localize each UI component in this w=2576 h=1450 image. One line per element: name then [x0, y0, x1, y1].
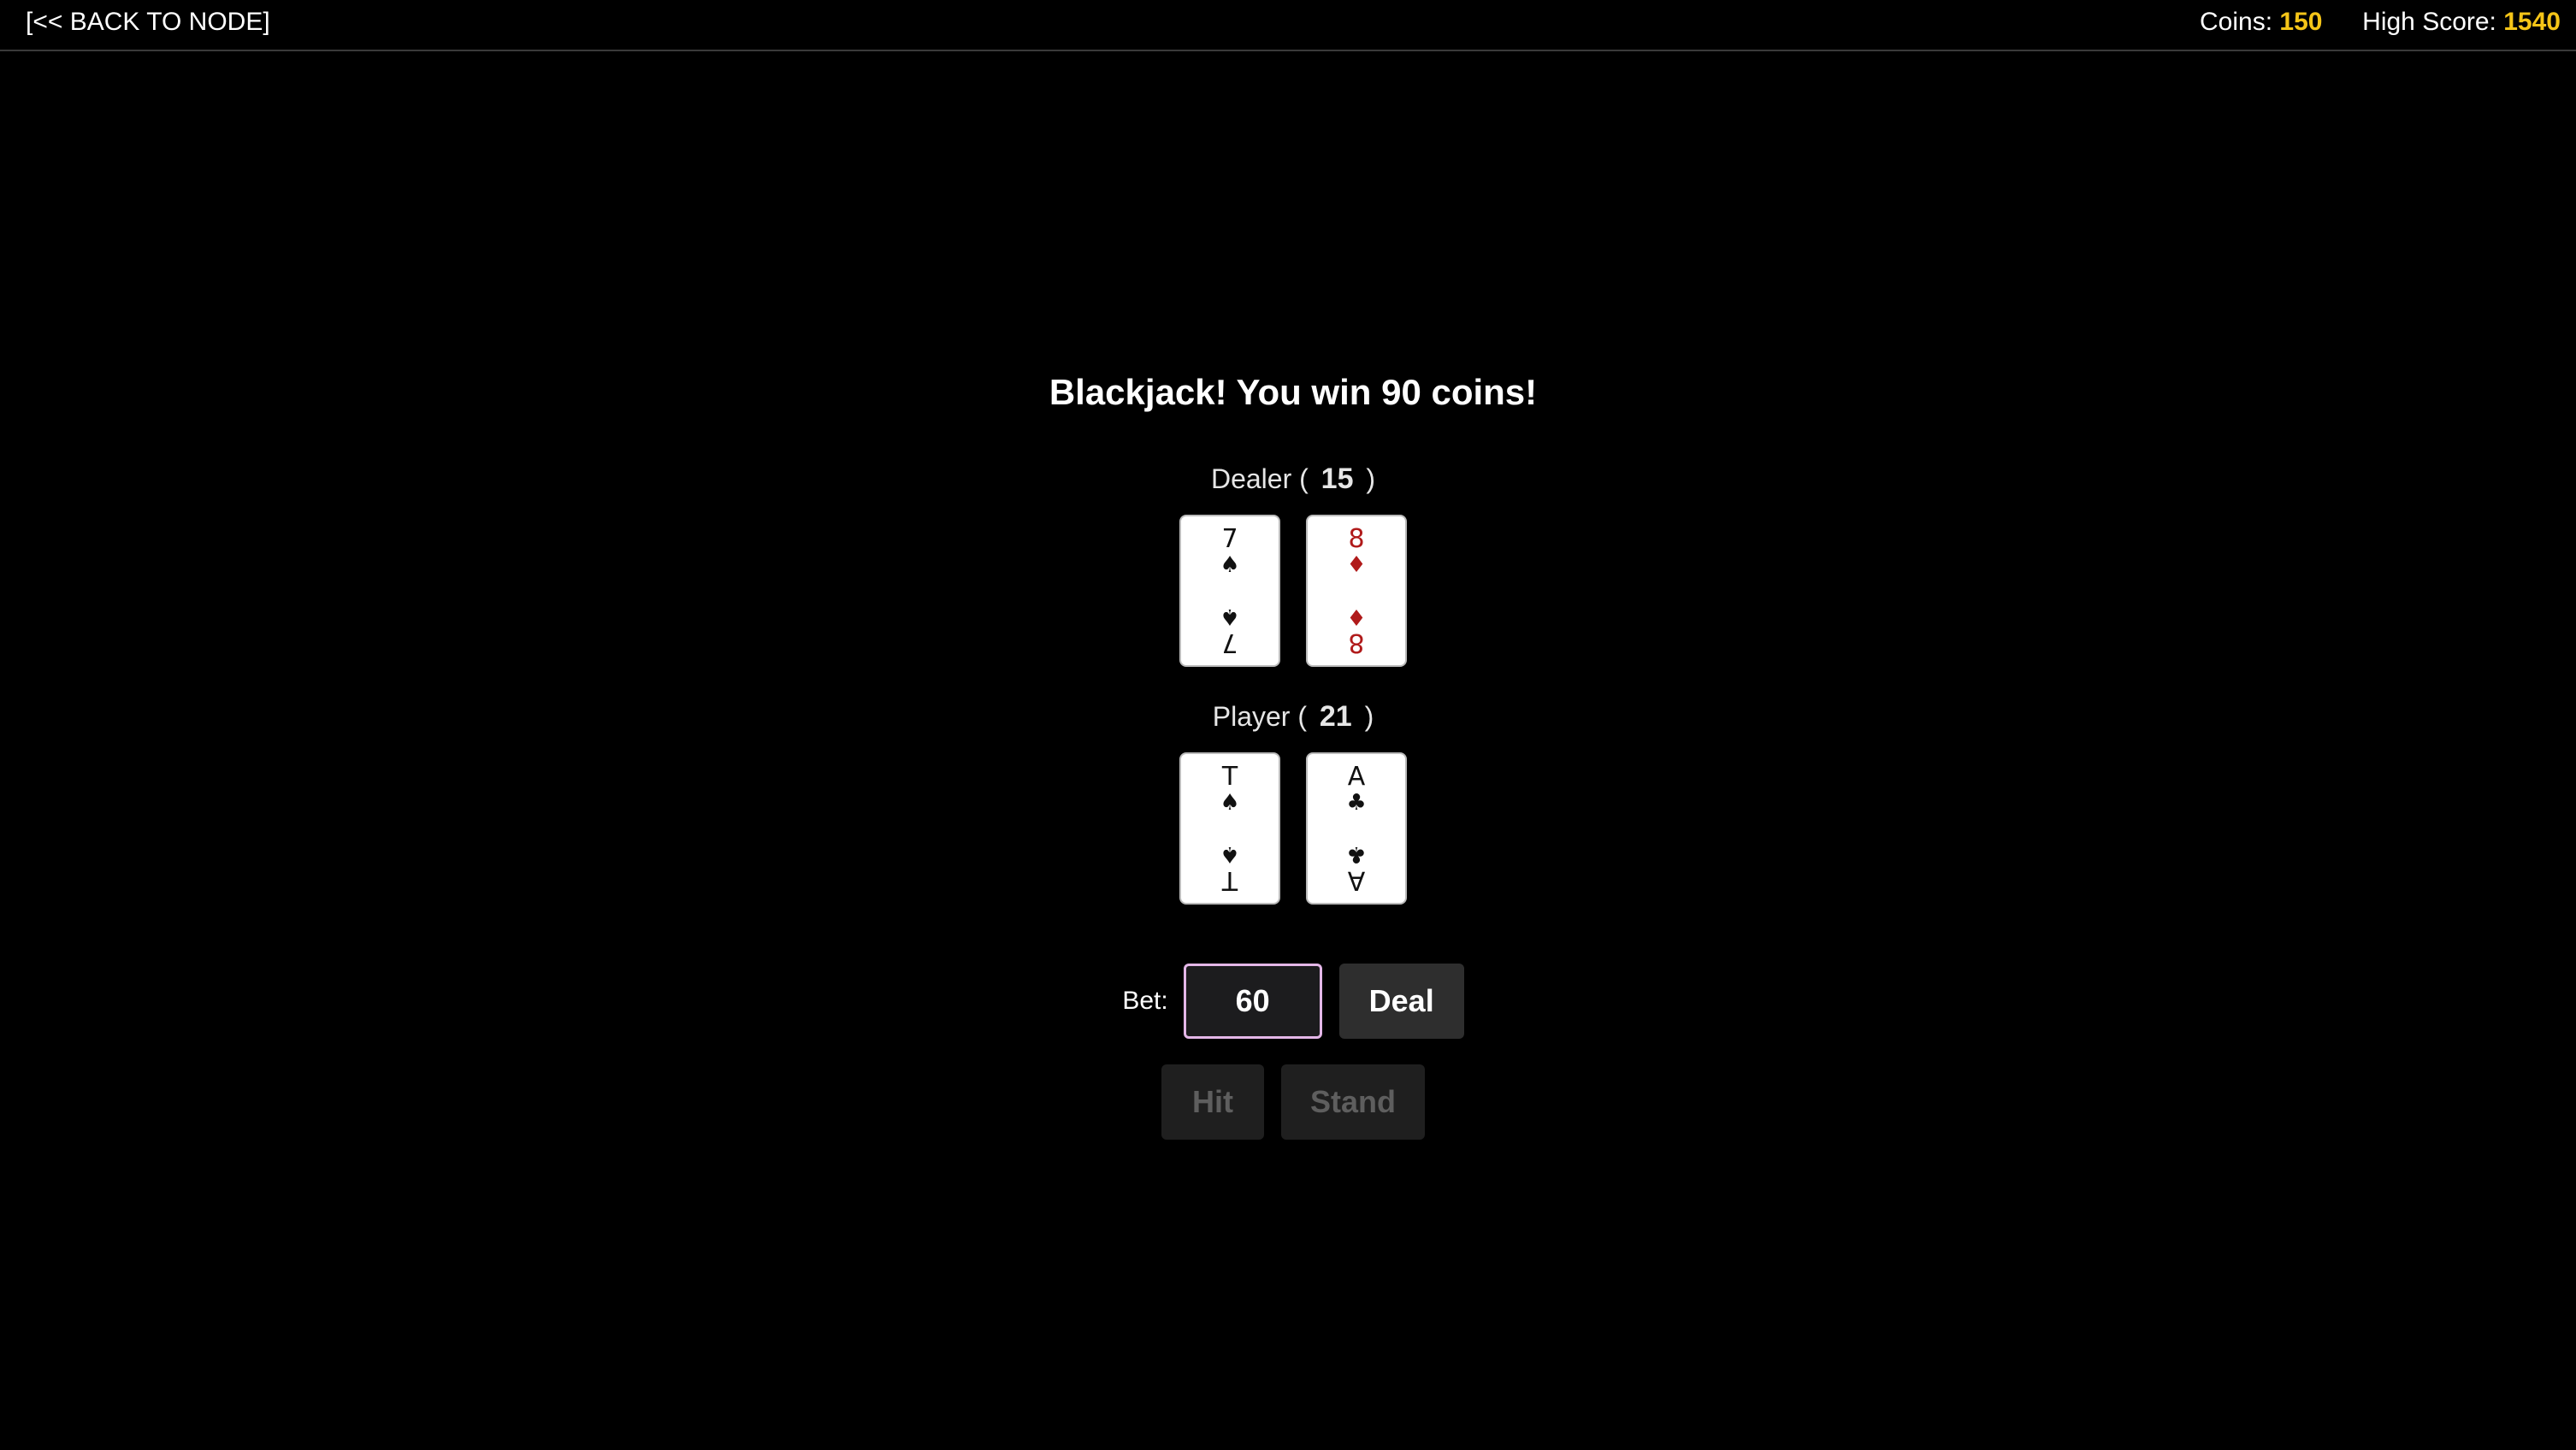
spades-suit-icon: ♠ [1220, 604, 1240, 629]
spades-suit-icon: ♠ [1220, 841, 1240, 867]
card-rank: 8 [1348, 524, 1365, 554]
card-rank: T [1221, 762, 1238, 792]
clubs-suit-icon: ♣ [1346, 790, 1367, 816]
card-rank: 7 [1221, 524, 1238, 554]
clubs-suit-icon: ♣ [1346, 841, 1367, 867]
bet-label: Bet: [1122, 987, 1168, 1015]
dealer-label: Dealer ( [1210, 463, 1309, 494]
player-label: Player ( [1212, 701, 1307, 732]
bet-input[interactable] [1183, 964, 1322, 1039]
stand-button[interactable]: Stand [1281, 1064, 1425, 1140]
card-rank: 7 [1221, 628, 1238, 657]
spades-suit-icon: ♠ [1220, 790, 1240, 816]
deal-button[interactable]: Deal [1338, 964, 1464, 1039]
card-rank: T [1221, 865, 1238, 895]
bet-row: Bet: Deal [0, 964, 2576, 1039]
card-rank: A [1347, 762, 1366, 792]
card-rank: 8 [1348, 628, 1365, 657]
result-message: Blackjack! You win 90 coins! [1049, 372, 1538, 412]
dealer-score: 15 [1320, 463, 1354, 495]
spades-suit-icon: ♠ [1220, 552, 1240, 578]
dealer-card: 8 ♦ ♦ 8 [1306, 515, 1407, 667]
dealer-cards: 7 ♠ ♠ 7 8 ♦ ♦ 8 [0, 515, 2576, 667]
player-score: 21 [1319, 700, 1352, 733]
dealer-label-close: ) [1366, 463, 1376, 494]
player-cards: T ♠ ♠ T A ♣ ♣ A [0, 752, 2576, 905]
dealer-card: 7 ♠ ♠ 7 [1179, 515, 1280, 667]
card-rank: A [1347, 865, 1366, 895]
player-hand-label: Player ( 21 ) [0, 700, 2576, 734]
action-row: Hit Stand [0, 1064, 2576, 1140]
hit-button[interactable]: Hit [1161, 1064, 1264, 1140]
diamonds-suit-icon: ♦ [1346, 552, 1367, 578]
player-card: T ♠ ♠ T [1179, 752, 1280, 905]
player-label-close: ) [1364, 701, 1374, 732]
blackjack-table: Blackjack! You win 90 coins! Dealer ( 15… [0, 0, 2576, 1450]
diamonds-suit-icon: ♦ [1346, 604, 1367, 629]
player-card: A ♣ ♣ A [1306, 752, 1407, 905]
dealer-hand-label: Dealer ( 15 ) [0, 463, 2576, 496]
